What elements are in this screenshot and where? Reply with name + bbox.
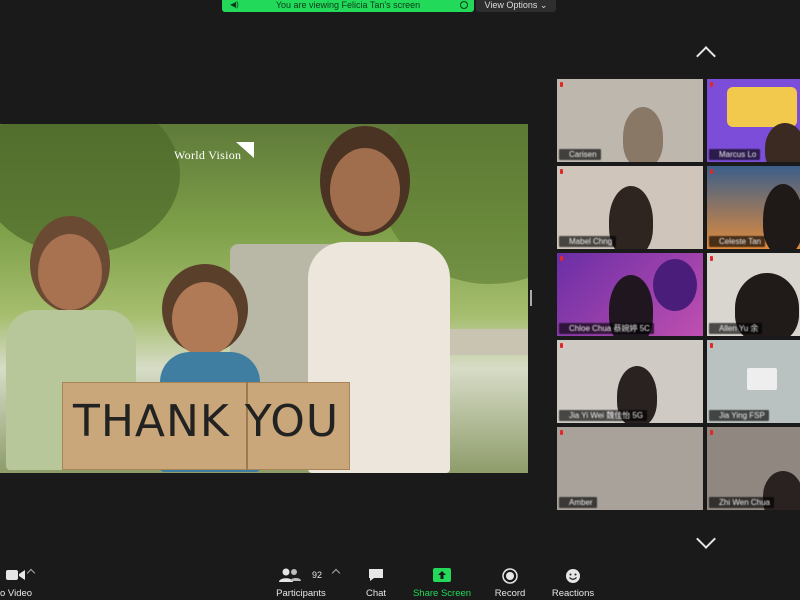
video-tile[interactable]: Allen Yu 余 [707,253,800,336]
mic-muted-icon [560,169,563,174]
start-video-button[interactable]: o Video [0,560,34,600]
participant-name: Celeste Tan [709,236,766,247]
world-vision-logo-mark [236,142,254,158]
share-screen-icon [433,568,451,582]
record-icon [502,568,518,584]
participant-name: Amber [559,497,597,508]
chat-icon [369,569,383,581]
participants-options-chevron-icon[interactable] [331,568,341,578]
participant-name: Allen Yu 余 [709,323,763,334]
splitter-handle[interactable] [530,290,532,306]
mic-muted-icon [560,82,563,87]
participant-name: Jia Ying FSP [709,410,769,421]
video-tile[interactable]: Zhi Wen Chua [707,427,800,510]
world-vision-logo: World Vision [174,148,242,162]
mic-muted-icon [710,430,713,435]
share-screen-button[interactable]: Share Screen [410,560,474,600]
video-tile[interactable]: Mabel Chng [557,166,703,249]
participant-name: Carisen [559,149,601,160]
participants-button[interactable]: 92 Participants [272,560,330,600]
video-tile[interactable]: Celeste Tan [707,166,800,249]
viewing-banner: ◀) You are viewing Felicia Tan's screen [222,0,474,12]
participant-name: Mabel Chng [559,236,617,247]
record-button[interactable]: Record [490,560,530,600]
shared-screen: World Vision THANK YOU [0,124,528,473]
mic-muted-icon [710,82,713,87]
video-tile[interactable]: Carisen [557,79,703,162]
mic-muted-icon [560,343,563,348]
video-camera-icon [6,570,25,580]
thank-you-sign-text: THANK YOU [72,396,340,447]
video-tile[interactable]: Amber [557,427,703,510]
speaker-icon: ◀) [230,0,239,9]
video-tile[interactable]: Jia Ying FSP [707,340,800,423]
mic-muted-icon [560,430,563,435]
meeting-toolbar: o Video 92 Participants Chat Share Scree… [0,560,800,600]
participants-icon [279,568,301,582]
smiley-icon [566,569,580,583]
gallery-scroll-down-icon[interactable] [696,529,716,549]
video-tile[interactable]: Chloe Chua 蔡婉婷 5C [557,253,703,336]
video-tile[interactable]: Jia Yi Wei 魏佳怡 5G [557,340,703,423]
mic-muted-icon [710,256,713,261]
viewing-banner-text: You are viewing Felicia Tan's screen [275,0,421,10]
stop-icon[interactable] [460,1,468,9]
participant-name: Marcus Lo [709,149,761,160]
mic-muted-icon [560,256,563,261]
reactions-button[interactable]: Reactions [548,560,598,600]
participants-count: 92 [312,570,323,580]
participant-name: Jia Yi Wei 魏佳怡 5G [559,410,648,421]
gallery-scroll-up-icon[interactable] [696,46,716,66]
participant-name: Zhi Wen Chua [709,497,774,508]
thank-you-sign: THANK YOU [62,382,350,470]
view-options-button[interactable]: View Options ⌄ [476,0,556,12]
participant-name: Chloe Chua 蔡婉婷 5C [559,323,654,334]
chat-button[interactable]: Chat [356,560,396,600]
mic-muted-icon [710,169,713,174]
video-tile[interactable]: Marcus Lo [707,79,800,162]
mic-muted-icon [710,343,713,348]
